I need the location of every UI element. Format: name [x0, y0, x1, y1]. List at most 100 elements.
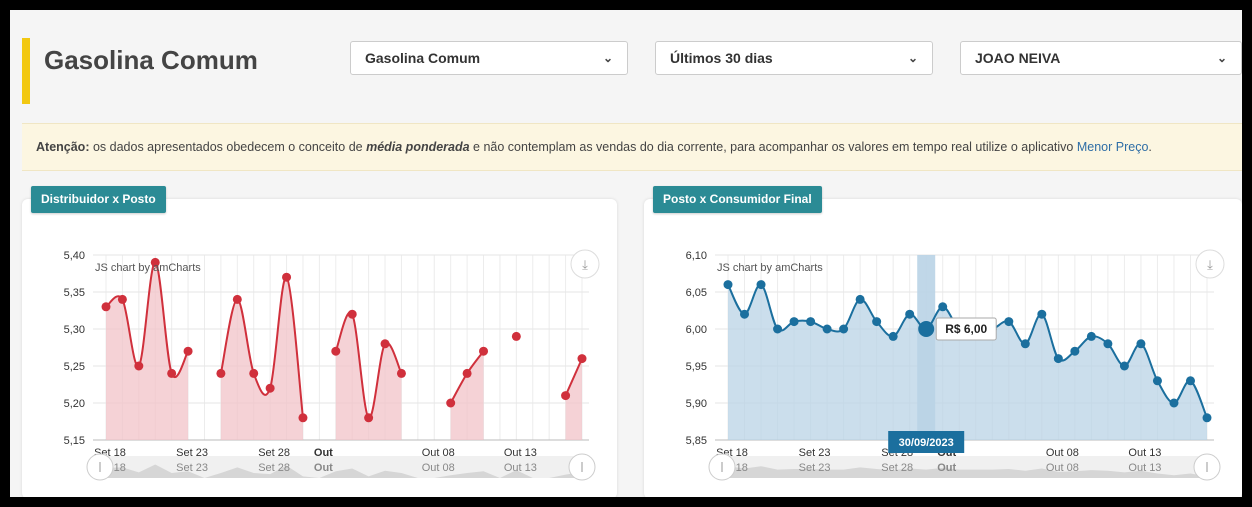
data-point	[446, 398, 456, 408]
series-area	[106, 262, 189, 440]
amcharts-credit: JS chart by amCharts	[95, 262, 201, 274]
data-point	[577, 354, 587, 364]
data-point	[806, 317, 816, 327]
data-point	[331, 346, 341, 356]
amcharts-credit: JS chart by amCharts	[717, 262, 823, 274]
chevron-down-icon: ⌄	[907, 51, 918, 65]
data-point	[183, 346, 193, 356]
y-tick-label: 6,00	[686, 324, 707, 336]
data-point	[216, 368, 226, 378]
data-point	[1185, 376, 1195, 386]
download-icon: ⤓	[1207, 257, 1213, 272]
scrollbar-tick-label: Out 08	[422, 462, 455, 474]
city-value: JOAO NEIVA	[975, 50, 1061, 66]
city-select[interactable]: JOAO NEIVA ⌄	[960, 41, 1242, 75]
data-point	[888, 331, 898, 341]
period-select[interactable]: Últimos 30 dias ⌄	[655, 41, 933, 75]
consumidor-chart-card: 6,106,056,005,955,905,85Set 18Set 23Set …	[644, 199, 1242, 497]
data-point	[265, 383, 275, 393]
fuel-type-value: Gasolina Comum	[365, 50, 481, 66]
y-tick-label: 5,90	[686, 398, 707, 410]
download-button[interactable]: ⤓	[570, 249, 600, 279]
data-point	[380, 339, 390, 349]
app-frame: Gasolina Comum Gasolina Comum ⌄ Últimos …	[10, 10, 1242, 497]
y-tick-label: 5,85	[686, 435, 707, 447]
data-point	[134, 361, 144, 371]
date-tooltip-label: 30/09/2023	[899, 437, 954, 449]
data-point	[1004, 317, 1014, 327]
scrollbar-tick-label: Set 28	[258, 462, 290, 474]
fuel-type-select[interactable]: Gasolina Comum ⌄	[350, 41, 628, 75]
y-tick-label: 5,20	[64, 398, 85, 410]
y-tick-label: 5,40	[64, 250, 85, 262]
scrollbar-tick-label: Out	[937, 462, 956, 474]
notice-emphasis: média ponderada	[366, 140, 470, 154]
data-point	[1119, 361, 1129, 371]
data-point	[1152, 376, 1162, 386]
data-point	[1020, 339, 1030, 349]
page-title: Gasolina Comum	[44, 45, 258, 75]
y-tick-label: 5,95	[686, 361, 707, 373]
scrollbar-tick-label: Out 08	[1046, 462, 1079, 474]
scrollbar-start-grip[interactable]	[86, 453, 114, 481]
notice-text-1: os dados apresentados obedecem o conceit…	[89, 140, 367, 154]
data-point	[511, 331, 521, 341]
data-point	[479, 346, 489, 356]
download-icon: ⤓	[582, 257, 588, 272]
data-point	[364, 413, 374, 423]
scrollbar-end-grip[interactable]	[1193, 453, 1221, 481]
y-tick-label: 5,30	[64, 324, 85, 336]
y-tick-label: 5,15	[64, 435, 85, 447]
notice-text-2: e não contemplam as vendas do dia corren…	[469, 140, 1077, 154]
data-point	[1086, 331, 1096, 341]
y-tick-label: 5,25	[64, 361, 85, 373]
download-button[interactable]: ⤓	[1195, 249, 1225, 279]
data-point	[561, 391, 571, 401]
data-point	[282, 272, 292, 282]
consumidor-tag: Posto x Consumidor Final	[653, 186, 822, 213]
data-point	[462, 368, 472, 378]
scrollbar-tick-label: Out 13	[504, 462, 537, 474]
data-point	[723, 280, 733, 290]
data-point	[1136, 339, 1146, 349]
scrollbar-start-grip[interactable]	[708, 453, 736, 481]
y-tick-label: 5,35	[64, 287, 85, 299]
notice-end: .	[1148, 140, 1152, 154]
data-point	[298, 413, 308, 423]
y-tick-label: 6,05	[686, 287, 707, 299]
data-point	[938, 302, 948, 312]
data-point	[740, 309, 750, 319]
notice-banner: Atenção: os dados apresentados obedecem …	[22, 123, 1242, 171]
data-point	[167, 368, 177, 378]
data-point	[822, 324, 832, 334]
value-tooltip-label: R$ 6,00	[945, 322, 987, 336]
data-point	[1202, 413, 1212, 423]
distribuidor-tag: Distribuidor x Posto	[31, 186, 166, 213]
y-tick-label: 6,10	[686, 250, 707, 262]
consumidor-chart: 6,106,056,005,955,905,85Set 18Set 23Set …	[686, 249, 1225, 481]
data-point	[872, 317, 882, 327]
chevron-down-icon: ⌄	[602, 51, 613, 65]
series-area	[728, 284, 1207, 440]
data-point	[347, 309, 357, 319]
data-point	[756, 280, 766, 290]
data-point	[396, 368, 406, 378]
menor-preco-link[interactable]: Menor Preço	[1077, 140, 1149, 154]
data-point	[249, 368, 259, 378]
data-point	[1053, 354, 1063, 364]
scrollbar-tick-label: Out	[314, 462, 333, 474]
title-accent-bar	[22, 38, 30, 104]
data-point	[232, 294, 242, 304]
distribuidor-chart-card: 5,40 5,35 5,30 5,25 5,20 5,15 Set 18 Set 23 Set …	[22, 199, 617, 497]
data-point	[855, 294, 865, 304]
data-point	[905, 309, 915, 319]
chevron-down-icon: ⌄	[1216, 51, 1227, 65]
data-point	[1070, 346, 1080, 356]
data-point	[117, 294, 127, 304]
data-point	[1103, 339, 1113, 349]
scrollbar-tick-label: Out 13	[1128, 462, 1161, 474]
scrollbar-end-grip[interactable]	[568, 453, 596, 481]
data-point	[1037, 309, 1047, 319]
data-point	[1169, 398, 1179, 408]
data-point	[789, 317, 799, 327]
